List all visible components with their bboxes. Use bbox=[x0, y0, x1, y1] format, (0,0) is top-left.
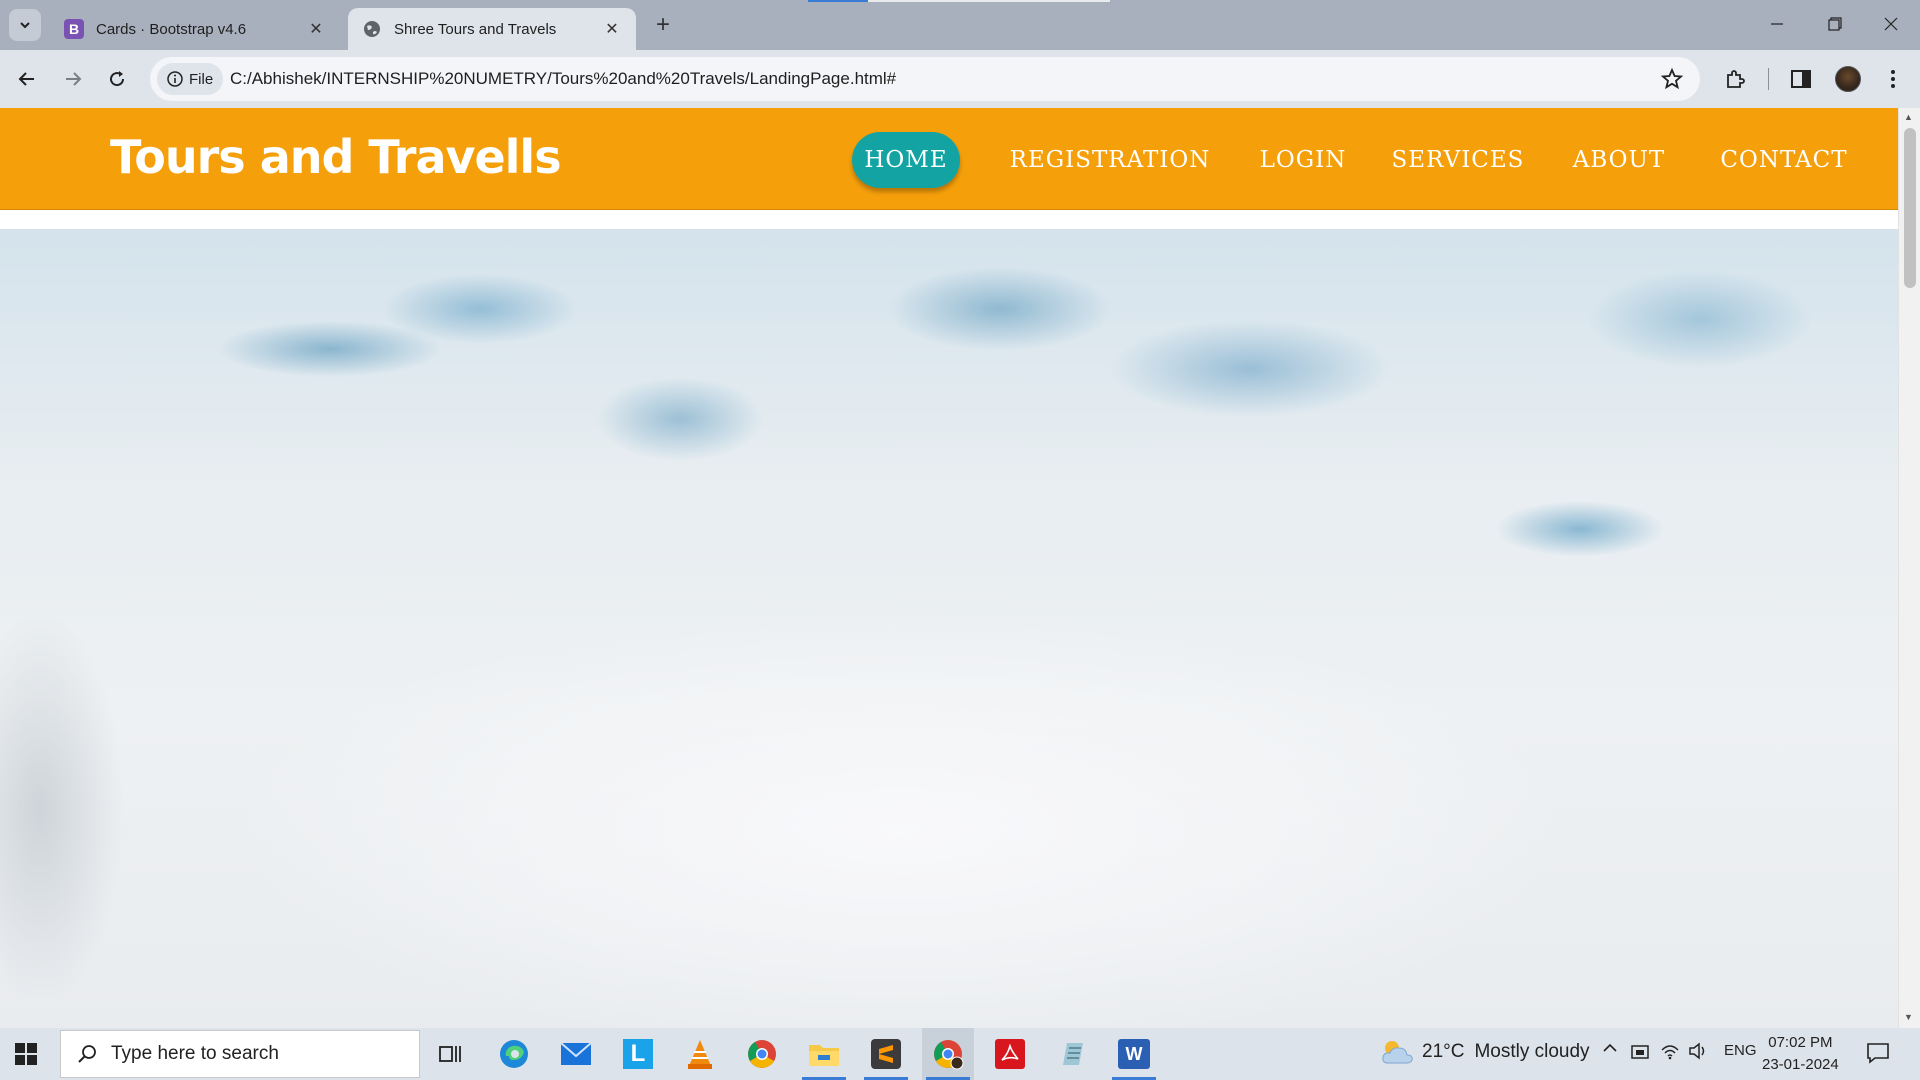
scroll-thumb[interactable] bbox=[1904, 128, 1916, 288]
scroll-down-icon[interactable]: ▼ bbox=[1904, 1012, 1913, 1022]
weather-temp: 21°C bbox=[1422, 1041, 1465, 1062]
page-scrollbar[interactable]: ▲ ▼ bbox=[1898, 108, 1920, 1028]
tab-load-indicator bbox=[808, 0, 868, 2]
arrow-right-icon bbox=[66, 72, 82, 86]
notifications-button[interactable] bbox=[1866, 1042, 1890, 1064]
tab-shree-tours[interactable]: Shree Tours and Travels ✕ bbox=[348, 8, 636, 50]
mail-icon[interactable] bbox=[550, 1028, 602, 1080]
browser-menu-button[interactable] bbox=[1878, 64, 1908, 94]
close-icon[interactable]: ✕ bbox=[306, 19, 326, 39]
edge-icon[interactable] bbox=[488, 1028, 540, 1080]
word-icon[interactable]: W bbox=[1108, 1028, 1160, 1080]
reload-icon bbox=[110, 71, 125, 87]
minimize-icon bbox=[1771, 23, 1783, 25]
nav-home[interactable]: HOME bbox=[852, 132, 960, 188]
windows-taskbar: Type here to search L W 21°C Mostly clou… bbox=[0, 1028, 1920, 1080]
tab-search-button[interactable] bbox=[9, 9, 41, 41]
hero-sky-image bbox=[0, 229, 1898, 1028]
nav-login[interactable]: LOGIN bbox=[1250, 132, 1356, 188]
sublime-icon[interactable] bbox=[860, 1028, 912, 1080]
reload-button[interactable] bbox=[100, 62, 134, 96]
chrome-icon[interactable] bbox=[736, 1028, 788, 1080]
weather-widget[interactable]: 21°C Mostly cloudy bbox=[1380, 1038, 1590, 1066]
tab-strip: B Cards · Bootstrap v4.6 ✕ Shree Tours a… bbox=[0, 0, 1920, 50]
tab-title: Shree Tours and Travels bbox=[394, 20, 557, 38]
tab-title: Cards · Bootstrap v4.6 bbox=[96, 20, 247, 38]
clock-date: 23-01-2024 bbox=[1762, 1056, 1839, 1073]
forward-button[interactable] bbox=[56, 62, 90, 96]
globe-icon bbox=[362, 19, 382, 39]
wifi-icon[interactable] bbox=[1660, 1042, 1680, 1060]
volume-icon[interactable] bbox=[1688, 1042, 1708, 1060]
chat-bubble-icon bbox=[1867, 1043, 1889, 1064]
site-info-chip[interactable]: File bbox=[157, 63, 224, 95]
page-viewport: Tours and Travells HOME REGISTRATION LOG… bbox=[0, 108, 1898, 1028]
toolbar-separator bbox=[1768, 68, 1769, 90]
scroll-up-icon[interactable]: ▲ bbox=[1904, 112, 1913, 122]
profile-avatar[interactable] bbox=[1835, 66, 1861, 92]
side-panel-button[interactable] bbox=[1786, 64, 1816, 94]
bookmark-star-icon[interactable] bbox=[1660, 67, 1684, 91]
address-bar[interactable]: File C:/Abhishek/INTERNSHIP%20NUMETRY/To… bbox=[150, 57, 1700, 101]
minimize-button[interactable] bbox=[1748, 0, 1806, 48]
extensions-button[interactable] bbox=[1720, 64, 1750, 94]
tab-cards-bootstrap[interactable]: B Cards · Bootstrap v4.6 ✕ bbox=[50, 8, 340, 50]
cloud-sun-icon bbox=[1382, 1041, 1413, 1064]
restore-button[interactable] bbox=[1806, 0, 1864, 48]
nav-services[interactable]: SERVICES bbox=[1388, 132, 1528, 188]
chevron-down-icon bbox=[20, 22, 30, 29]
windows-start-icon[interactable] bbox=[14, 1042, 38, 1066]
clock-time: 07:02 PM bbox=[1768, 1034, 1833, 1051]
side-panel-icon bbox=[1791, 70, 1811, 88]
meet-now-icon[interactable] bbox=[1630, 1042, 1650, 1062]
taskbar-clock[interactable]: 07:02 PM 23-01-2024 bbox=[1762, 1032, 1839, 1076]
close-icon bbox=[1884, 17, 1898, 31]
file-explorer-icon[interactable] bbox=[798, 1028, 850, 1080]
tray-overflow-chevron[interactable] bbox=[1602, 1042, 1618, 1054]
site-brand[interactable]: Tours and Travells bbox=[110, 130, 562, 184]
more-vertical-icon bbox=[1891, 70, 1895, 88]
vlc-icon[interactable] bbox=[674, 1028, 726, 1080]
back-button[interactable] bbox=[10, 62, 44, 96]
chevron-up-icon bbox=[1603, 1043, 1617, 1052]
search-placeholder: Type here to search bbox=[111, 1043, 279, 1064]
info-icon bbox=[167, 71, 183, 87]
new-tab-button[interactable]: + bbox=[650, 11, 676, 38]
acrobat-icon[interactable] bbox=[984, 1028, 1036, 1080]
nav-contact[interactable]: CONTACT bbox=[1710, 132, 1858, 188]
chip-label: File bbox=[189, 70, 214, 88]
l-app-icon[interactable]: L bbox=[612, 1028, 664, 1080]
puzzle-icon bbox=[1727, 70, 1745, 88]
taskbar-search[interactable]: Type here to search bbox=[60, 1030, 420, 1078]
search-icon bbox=[78, 1045, 96, 1063]
weather-condition: Mostly cloudy bbox=[1474, 1041, 1590, 1062]
close-icon[interactable]: ✕ bbox=[602, 19, 622, 39]
url-text[interactable]: C:/Abhishek/INTERNSHIP%20NUMETRY/Tours%2… bbox=[230, 69, 896, 89]
restore-icon bbox=[1828, 17, 1842, 31]
nav-about[interactable]: ABOUT bbox=[1562, 132, 1676, 188]
language-indicator[interactable]: ENG bbox=[1724, 1042, 1757, 1059]
tab-load-indicator-track bbox=[868, 0, 1110, 2]
task-view-icon[interactable] bbox=[424, 1028, 476, 1080]
close-window-button[interactable] bbox=[1862, 0, 1920, 48]
notepad-icon[interactable] bbox=[1046, 1028, 1098, 1080]
arrow-left-icon bbox=[18, 72, 34, 86]
bootstrap-icon: B bbox=[64, 19, 84, 39]
nav-registration[interactable]: REGISTRATION bbox=[1000, 132, 1220, 188]
chrome-profile-icon[interactable] bbox=[922, 1028, 974, 1080]
site-navbar: Tours and Travells HOME REGISTRATION LOG… bbox=[0, 108, 1898, 210]
